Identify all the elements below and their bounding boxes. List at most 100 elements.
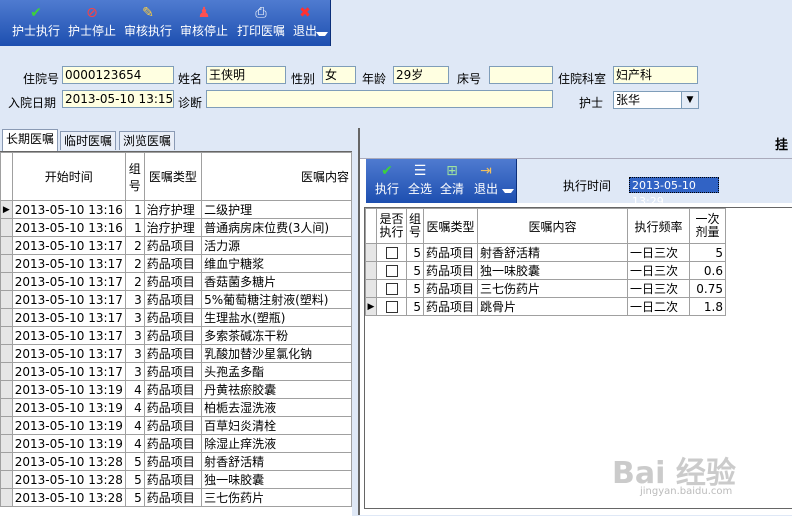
start-time-cell: 2013-05-10 13:16 (11, 200, 126, 219)
column-header-execute[interactable]: 是否执行 (376, 208, 407, 244)
table-row[interactable]: 2013-05-10 13:17 3 药品项目 多索茶碱冻干粉 (0, 326, 352, 345)
nurse-execute-button[interactable]: ✔ 护士执行 (10, 3, 62, 43)
panel-toolbar-options-icon[interactable] (502, 189, 514, 199)
dose-cell: 5 (689, 243, 727, 262)
table-row[interactable]: 5 药品项目 三七伤药片 一日三次 0.75 (365, 279, 727, 298)
row-indicator (0, 380, 13, 399)
order-content-cell: 三七伤药片 (477, 279, 629, 298)
table-row[interactable]: 5 药品项目 射香舒活精 一日三次 5 (365, 243, 727, 262)
group-no-cell: 3 (124, 308, 145, 327)
toolbar-background (331, 0, 792, 46)
bed-field[interactable] (489, 66, 553, 84)
column-header-group-no[interactable]: 组号 (405, 208, 425, 244)
baidu-watermark-url: jingyan.baidu.com (640, 486, 733, 497)
order-type-cell: 药品项目 (143, 254, 203, 273)
inpatient-no-field[interactable]: 0000123654 (62, 66, 174, 84)
long-term-orders-grid[interactable]: 开始时间 组号 医嘱类型 医嘱内容 ▶ 2013-05-10 13:16 1 治疗护理… (0, 151, 352, 516)
name-field[interactable]: 王侠明 (206, 66, 286, 84)
nurse-stop-button[interactable]: ⊘ 护士停止 (66, 3, 118, 43)
table-row[interactable]: 2013-05-10 13:17 3 药品项目 生理盐水(塑瓶) (0, 308, 352, 327)
group-no-cell: 4 (124, 416, 145, 435)
table-row[interactable]: 2013-05-10 13:19 4 药品项目 柏栀去湿洗液 (0, 398, 352, 417)
execute-checkbox[interactable] (385, 247, 398, 259)
column-header-order-type[interactable]: 医嘱类型 (143, 152, 203, 201)
execute-checkbox[interactable] (385, 301, 398, 313)
row-indicator (0, 326, 13, 345)
execute-checkbox[interactable] (385, 283, 398, 295)
select-all-button[interactable]: ☰ 全选 (406, 161, 434, 201)
chevron-down-icon[interactable]: ▼ (681, 92, 698, 108)
tab-long-term-orders[interactable]: 长期医嘱 (2, 129, 59, 151)
panel-exit-button[interactable]: ⇥ 退出 (472, 161, 500, 201)
table-row[interactable]: 2013-05-10 13:19 4 药品项目 除湿止痒洗液 (0, 434, 352, 453)
table-row[interactable]: 2013-05-10 13:28 5 药品项目 三七伤药片 (0, 488, 352, 507)
column-header-order-content[interactable]: 医嘱内容 (201, 152, 352, 201)
row-indicator (0, 362, 13, 381)
row-indicator (365, 243, 377, 262)
title-fragment: 挂 (774, 138, 788, 153)
order-type-cell: 药品项目 (143, 362, 203, 381)
order-type-cell: 药品项目 (143, 488, 203, 507)
order-type-cell: 药品项目 (423, 279, 479, 298)
gender-field[interactable]: 女 (322, 66, 356, 84)
tab-browse-orders[interactable]: 浏览医嘱 (119, 131, 176, 150)
clear-all-button[interactable]: ⊞ 全清 (438, 161, 466, 201)
table-row[interactable]: 2013-05-10 13:17 3 药品项目 乳酸加替沙星氯化钠 (0, 344, 352, 363)
start-time-cell: 2013-05-10 13:17 (11, 308, 126, 327)
audit-stop-button[interactable]: ♟ 审核停止 (178, 3, 230, 43)
dept-field[interactable]: 妇产科 (613, 66, 698, 84)
group-no-cell: 4 (124, 398, 145, 417)
age-field[interactable]: 29岁 (393, 66, 449, 84)
table-row[interactable]: 5 药品项目 独一味胶囊 一日三次 0.6 (365, 261, 727, 280)
start-time-cell: 2013-05-10 13:19 (11, 398, 126, 417)
audit-execute-button[interactable]: ✎ 审核执行 (122, 3, 174, 43)
order-type-cell: 药品项目 (143, 344, 203, 363)
order-type-cell: 药品项目 (423, 297, 479, 316)
toolbar-options-icon[interactable] (316, 32, 328, 42)
tab-temporary-orders[interactable]: 临时医嘱 (60, 131, 117, 150)
column-header-dose[interactable]: 一次剂量 (689, 208, 727, 244)
order-type-cell: 药品项目 (143, 290, 203, 309)
execute-button[interactable]: ✔ 执行 (374, 161, 400, 201)
dose-cell: 0.6 (689, 261, 727, 280)
admit-date-field[interactable]: 2013-05-10 13:15:00 (62, 90, 174, 108)
table-row[interactable]: 2013-05-10 13:17 2 药品项目 活力源 (0, 236, 352, 255)
table-row[interactable]: 2013-05-10 13:16 1 治疗护理 普通病房床位费(3人间) (0, 218, 352, 237)
row-indicator (0, 452, 13, 471)
exit-icon: ⇥ (480, 163, 492, 179)
audit-execute-icon: ✎ (142, 5, 154, 21)
row-indicator (0, 434, 13, 453)
group-no-cell: 2 (124, 272, 145, 291)
column-header-order-type[interactable]: 医嘱类型 (423, 208, 479, 244)
order-content-cell: 生理盐水(塑瓶) (201, 308, 352, 327)
start-time-cell: 2013-05-10 13:17 (11, 326, 126, 345)
table-row[interactable]: 2013-05-10 13:17 3 药品项目 5%葡萄糖注射液(塑料) (0, 290, 352, 309)
group-no-cell: 4 (124, 434, 145, 453)
frequency-cell: 一日三次 (627, 261, 691, 280)
main-toolbar: ✔ 护士执行 ⊘ 护士停止 ✎ 审核执行 ♟ 审核停止 ⎙ 打印医嘱 ✖ 退出 (0, 0, 331, 46)
table-row[interactable]: 2013-05-10 13:28 5 药品项目 独一味胶囊 (0, 470, 352, 489)
row-indicator (0, 218, 13, 237)
order-type-cell: 药品项目 (423, 261, 479, 280)
table-row[interactable]: 2013-05-10 13:17 2 药品项目 维血宁糖浆 (0, 254, 352, 273)
diagnosis-field[interactable] (206, 90, 553, 108)
print-orders-button[interactable]: ⎙ 打印医嘱 (234, 3, 288, 43)
table-row[interactable]: 2013-05-10 13:19 4 药品项目 丹黄祛瘀胶囊 (0, 380, 352, 399)
column-header-order-content[interactable]: 医嘱内容 (477, 208, 629, 244)
execute-checkbox[interactable] (385, 265, 398, 277)
table-row[interactable]: ▶ 5 药品项目 跳骨片 一日二次 1.8 (365, 297, 727, 316)
row-indicator (0, 398, 13, 417)
frequency-cell: 一日三次 (627, 243, 691, 262)
table-row[interactable]: 2013-05-10 13:17 2 药品项目 香菇菌多糖片 (0, 272, 352, 291)
table-row[interactable]: 2013-05-10 13:28 5 药品项目 射香舒活精 (0, 452, 352, 471)
table-row[interactable]: 2013-05-10 13:17 3 药品项目 头孢孟多酯 (0, 362, 352, 381)
nurse-select[interactable]: 张华 ▼ (613, 91, 699, 109)
column-header-group-no[interactable]: 组号 (124, 152, 145, 201)
group-no-cell: 1 (124, 200, 145, 219)
table-row[interactable]: 2013-05-10 13:19 4 药品项目 百草妇炎清栓 (0, 416, 352, 435)
column-header-start-time[interactable]: 开始时间 (11, 152, 126, 201)
table-row[interactable]: ▶ 2013-05-10 13:16 1 治疗护理 二级护理 (0, 200, 352, 219)
clear-all-icon: ⊞ (446, 163, 458, 179)
column-header-frequency[interactable]: 执行频率 (627, 208, 691, 244)
exec-time-field[interactable]: 2013-05-10 13:29 (629, 177, 719, 208)
